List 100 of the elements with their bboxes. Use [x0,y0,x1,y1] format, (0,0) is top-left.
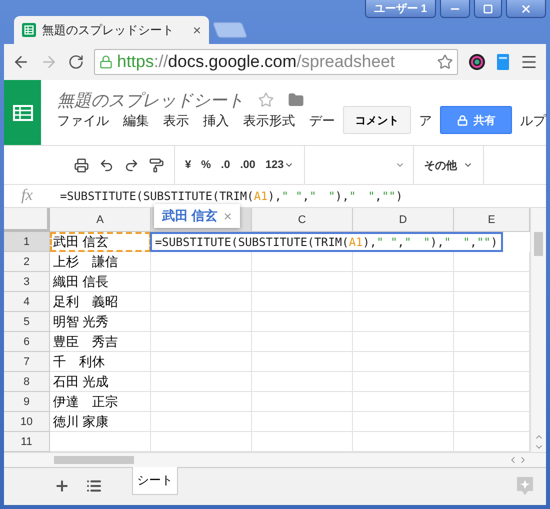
table-cell[interactable] [151,332,252,352]
percent-button[interactable]: % [201,159,211,171]
address-bar[interactable]: https://docs.google.com/spreadsheet [94,49,458,75]
row-header[interactable]: 5 [4,312,50,332]
browser-tab[interactable]: 無題のスプレッドシート × [14,16,209,44]
paint-format-icon[interactable] [149,158,164,172]
table-cell[interactable] [252,252,353,272]
table-cell[interactable] [353,372,454,392]
column-header[interactable]: A [50,208,151,232]
table-cell[interactable]: 千 利休 [50,352,151,372]
table-cell[interactable]: 伊達 正宗 [50,392,151,412]
table-cell[interactable] [454,332,530,352]
table-cell[interactable] [454,292,530,312]
table-cell[interactable]: 武田 信玄 [50,232,151,252]
more-button[interactable]: その他 [424,158,473,172]
row-header[interactable]: 2 [4,252,50,272]
close-tab-button[interactable]: × [192,22,201,38]
formula-field[interactable]: =SUBSTITUTE(SUBSTITUTE(TRIM(A1)," "," ")," ","") [50,188,403,204]
table-cell[interactable] [353,412,454,432]
table-cell[interactable] [252,352,353,372]
table-cell[interactable] [353,252,454,272]
undo-icon[interactable] [99,158,114,172]
menu-item[interactable]: 表示 [163,112,189,134]
row-header[interactable]: 8 [4,372,50,392]
table-cell[interactable] [252,292,353,312]
table-cell[interactable] [353,272,454,292]
select-all-corner[interactable] [4,208,50,232]
table-cell[interactable] [151,412,252,432]
table-cell[interactable] [151,352,252,372]
table-cell[interactable] [151,372,252,392]
lens-icon[interactable] [468,53,486,71]
minimize-button[interactable] [440,0,470,18]
column-header[interactable]: D [353,208,454,232]
row-header[interactable]: 1 [4,232,50,252]
column-header[interactable]: C [252,208,353,232]
table-cell[interactable] [151,292,252,312]
table-cell[interactable] [353,292,454,312]
table-cell[interactable] [353,352,454,372]
print-icon[interactable] [74,158,89,172]
table-cell[interactable] [252,372,353,392]
table-cell[interactable] [353,312,454,332]
table-cell[interactable] [454,372,530,392]
back-icon[interactable] [12,53,30,71]
menu-item[interactable]: 編集 [123,112,149,134]
number-format-button[interactable]: 123 [265,159,294,171]
comment-button[interactable]: コメント [343,106,411,134]
table-cell[interactable] [454,412,530,432]
table-cell[interactable] [252,312,353,332]
menu-item[interactable]: ファイル [57,112,109,134]
table-cell[interactable] [353,332,454,352]
table-cell[interactable] [454,352,530,372]
table-cell[interactable]: 明智 光秀 [50,312,151,332]
table-cell[interactable] [454,392,530,412]
table-cell[interactable] [454,312,530,332]
currency-button[interactable]: ¥ [185,159,192,171]
table-cell[interactable] [454,252,530,272]
folder-icon[interactable] [288,92,304,108]
table-cell[interactable] [252,332,353,352]
add-sheet-icon[interactable] [54,478,70,494]
reload-icon[interactable] [68,54,84,70]
table-cell[interactable] [252,412,353,432]
increase-decimals-button[interactable]: .00 [240,159,256,171]
vertical-scrollbar[interactable] [530,208,546,452]
row-header[interactable]: 7 [4,352,50,372]
table-cell[interactable]: 織田 信長 [50,272,151,292]
table-cell[interactable]: 石田 光成 [50,372,151,392]
menu-icon[interactable] [520,53,538,71]
row-header[interactable]: 9 [4,392,50,412]
table-cell[interactable]: 豊臣 秀吉 [50,332,151,352]
table-cell[interactable] [151,392,252,412]
scrollbar-thumb[interactable] [534,232,543,256]
table-cell[interactable] [252,272,353,292]
menu-item[interactable]: デー [309,112,335,134]
close-button[interactable] [506,0,546,18]
menu-item[interactable]: 挿入 [203,112,229,134]
document-title[interactable]: 無題のスプレッドシート [57,88,244,112]
table-cell[interactable] [151,312,252,332]
sheet-list-icon[interactable] [86,478,102,494]
table-cell[interactable]: 足利 義昭 [50,292,151,312]
book-icon[interactable] [496,53,510,71]
table-cell[interactable] [353,392,454,412]
table-cell[interactable]: 徳川 家康 [50,412,151,432]
row-header[interactable]: 11 [4,432,50,452]
redo-icon[interactable] [124,158,139,172]
menu-item[interactable]: 表示形式 [243,112,295,134]
decrease-decimals-button[interactable]: .0 [220,159,230,171]
column-header[interactable]: E [454,208,530,232]
new-tab-button[interactable] [212,22,248,38]
table-cell[interactable] [151,272,252,292]
menu-item[interactable]: ア [419,112,432,134]
forward-icon[interactable] [40,53,58,71]
row-header[interactable]: 10 [4,412,50,432]
table-cell[interactable]: 上杉 謙信 [50,252,151,272]
table-cell[interactable] [252,392,353,412]
explore-icon[interactable] [516,476,534,496]
row-header[interactable]: 4 [4,292,50,312]
menu-item[interactable]: ルプ [520,112,546,134]
table-cell[interactable] [151,252,252,272]
star-icon[interactable] [258,92,274,108]
maximize-button[interactable] [474,0,502,18]
